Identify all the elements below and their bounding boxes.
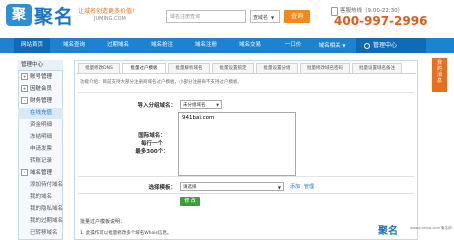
expand-icon: + bbox=[21, 85, 28, 92]
sidebar-item-label: 申请发票 bbox=[30, 146, 53, 152]
nav-item-related-label: 域名相关 bbox=[318, 43, 341, 49]
domain-label-line2: 每行一个 bbox=[140, 141, 163, 147]
submit-button[interactable]: 修 改 bbox=[180, 197, 200, 206]
tab-item[interactable]: 批量设置锁定 bbox=[212, 63, 254, 73]
template-select-value: 请选择 bbox=[183, 185, 197, 190]
sidebar-item-label: 我的过期域名 bbox=[30, 218, 64, 224]
tab-divider bbox=[76, 73, 416, 74]
chevron-down-icon: ▼ bbox=[342, 43, 346, 48]
sidebar-item[interactable]: 添加待付域名 bbox=[18, 180, 63, 191]
sidebar-item-label: 财务管理 bbox=[30, 98, 53, 104]
nav-item-snap[interactable]: 域名抢注 bbox=[144, 38, 180, 53]
sidebar-item-label: 已转移域名 bbox=[30, 230, 58, 236]
sidebar-item-label: 转账记录 bbox=[30, 158, 53, 164]
domain-label-line3: 最多300个： bbox=[135, 149, 169, 155]
divider bbox=[78, 92, 414, 93]
sidebar-item[interactable]: 我的域名 bbox=[18, 192, 63, 203]
group-select-value: 未分组域名 bbox=[183, 103, 206, 108]
sidebar-group[interactable]: + 因赃会员 bbox=[18, 84, 63, 95]
template-label: 选择模板： bbox=[148, 185, 176, 191]
user-icon bbox=[364, 42, 370, 49]
tab-item[interactable]: 批量修改域名密码 bbox=[300, 63, 350, 73]
logo-icon[interactable]: 聚 bbox=[6, 4, 32, 26]
sidebar-item-label: 冻结明细 bbox=[30, 134, 53, 140]
group-select[interactable]: 未分组域名 ▼ bbox=[180, 100, 222, 109]
watermark-logo: 聚名 bbox=[378, 226, 398, 237]
tab-item[interactable]: 批量修改DNS bbox=[78, 63, 120, 73]
hotline-number: 400-997-2996 bbox=[334, 14, 428, 28]
sidebar-item-label: 我的域名 bbox=[30, 194, 53, 200]
chevron-down-icon: ▼ bbox=[271, 15, 275, 20]
sidebar-item[interactable]: 我的过期域名 bbox=[18, 216, 63, 227]
expand-icon: + bbox=[21, 73, 28, 80]
divider bbox=[78, 176, 414, 177]
admin-center-button[interactable]: 管理中心 bbox=[356, 38, 426, 53]
tab-item[interactable]: 批量设置域名备注 bbox=[352, 63, 402, 73]
nav-item-expired[interactable]: 过期域名 bbox=[100, 38, 136, 53]
sidebar-item-label: 添加待付域名 bbox=[30, 182, 64, 188]
search-type-select[interactable]: 查域名 ▼ bbox=[250, 10, 280, 23]
sidebar-title: 管理中心 bbox=[18, 60, 63, 71]
sidebar-item[interactable]: 资金明细 bbox=[18, 120, 63, 131]
domain-label-line1: 国际域名： bbox=[138, 133, 166, 139]
admin-center-label: 管理中心 bbox=[373, 42, 398, 49]
nav-item-home[interactable]: 网站首页 bbox=[14, 38, 50, 53]
sidebar-item[interactable]: 转账记录 bbox=[18, 156, 63, 167]
sidebar-item[interactable]: 我的隐私域名 bbox=[18, 204, 63, 215]
tab-item[interactable]: 批量设置分组 bbox=[256, 63, 298, 73]
logo-domain: JUMING.COM bbox=[94, 16, 126, 22]
nav-item-register[interactable]: 域名注册 bbox=[188, 38, 224, 53]
sidebar-group[interactable]: - 域名管理 bbox=[18, 168, 63, 179]
sidebar-item-label: 因赃会员 bbox=[30, 86, 53, 92]
sidebar-item-label: 我的隐私域名 bbox=[30, 206, 64, 212]
sidebar-group[interactable]: - 财务管理 bbox=[18, 96, 63, 107]
watermark-text: www.juming.com 聚名网 bbox=[410, 226, 452, 230]
sidebar-item-label: 资金明细 bbox=[30, 122, 53, 128]
tab-item[interactable]: 批量解析域名 bbox=[168, 63, 210, 73]
hotline-label: 客服热线（9:00-22:30） bbox=[340, 8, 404, 14]
sidebar-item[interactable]: 冻结明细 bbox=[18, 132, 63, 143]
group-import-label: 导入分组域名： bbox=[137, 103, 176, 109]
sidebar-group[interactable]: + 账号管理 bbox=[18, 72, 63, 83]
divider bbox=[78, 193, 414, 194]
sidebar-item[interactable]: 在线充值 bbox=[18, 108, 63, 119]
collapse-icon: - bbox=[21, 97, 28, 104]
nav-item-trade[interactable]: 域名交易 bbox=[232, 38, 268, 53]
search-input[interactable]: 域名注册查询 bbox=[166, 10, 246, 23]
search-button[interactable]: 查询 bbox=[284, 10, 310, 23]
logo-name[interactable]: 聚名 bbox=[34, 2, 74, 29]
notes-title: 批量过户模板说明： bbox=[80, 219, 126, 225]
nav-item-domain-search[interactable]: 域名查询 bbox=[56, 38, 92, 53]
collapse-icon: - bbox=[21, 169, 28, 176]
sidebar-item-label: 在线充值 bbox=[30, 110, 53, 116]
sidebar-item-label: 域名管理 bbox=[30, 170, 53, 176]
main-nav: 网站首页 域名查询 过期域名 域名抢注 域名注册 域名交易 一口价 域名相关 ▼… bbox=[0, 38, 454, 53]
add-template-link[interactable]: 添加 bbox=[290, 183, 300, 190]
sidebar-item[interactable]: 申请发票 bbox=[18, 144, 63, 155]
manage-template-link[interactable]: 管理 bbox=[304, 183, 314, 190]
domain-textarea[interactable]: 941bai.com bbox=[178, 112, 296, 176]
sidebar-item-label: 账号管理 bbox=[30, 74, 53, 80]
notes-line: 1. 此操作可以批量修改多个域名Whois信息。 bbox=[80, 231, 172, 236]
my-messages-float-button[interactable]: 我 的 消 息 bbox=[432, 58, 447, 92]
chevron-down-icon: ▼ bbox=[216, 103, 219, 107]
template-select[interactable]: 请选择 ▼ bbox=[180, 182, 284, 191]
logo-slogan: 让域名创造更多价值! bbox=[78, 8, 135, 15]
search-type-label: 查域名 bbox=[253, 15, 269, 21]
nav-item-related[interactable]: 域名相关 ▼ bbox=[312, 38, 352, 53]
domain-input-label: 国际域名： 每行一个 最多300个： bbox=[132, 132, 172, 156]
nav-item-fixed-price[interactable]: 一口价 bbox=[278, 38, 308, 53]
sidebar-item[interactable]: 已转移域名 bbox=[18, 228, 63, 239]
feature-hint: 功能介绍：目前支持大部分注册商域名过户模板，小部分注册商不支持过户模板。 bbox=[80, 80, 242, 85]
chevron-down-icon: ▼ bbox=[277, 185, 281, 190]
